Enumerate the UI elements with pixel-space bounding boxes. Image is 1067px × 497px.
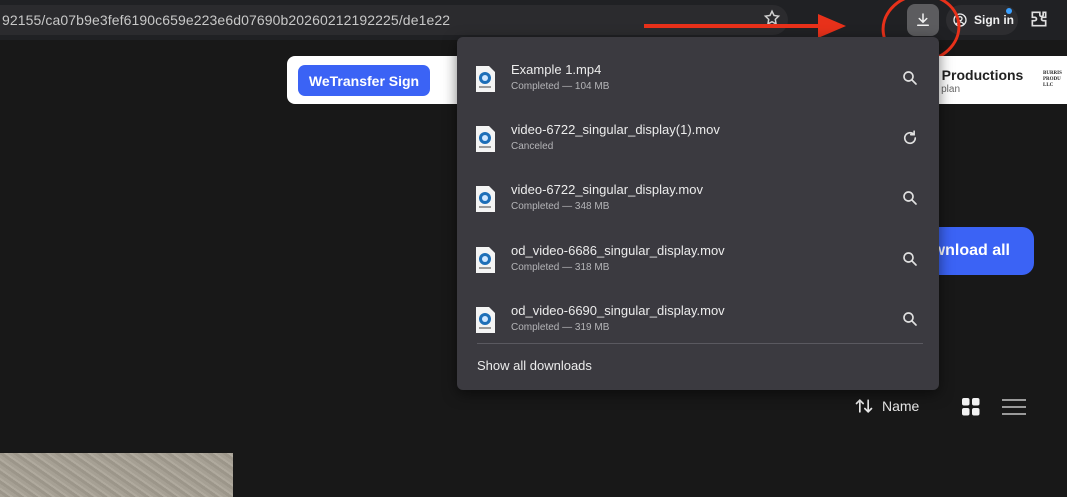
downloads-panel: Example 1.mp4 Completed — 104 MB video-6… bbox=[457, 37, 939, 390]
search-icon[interactable] bbox=[901, 189, 919, 207]
show-all-downloads-link[interactable]: Show all downloads bbox=[477, 358, 592, 373]
video-file-icon bbox=[476, 307, 495, 333]
download-item[interactable]: od_video-6690_singular_display.mov Compl… bbox=[457, 286, 939, 346]
url-text[interactable]: 92155/ca07b9e3fef6190c659e223e6d07690b20… bbox=[0, 12, 450, 28]
notification-dot bbox=[1006, 8, 1012, 14]
download-status: Canceled bbox=[511, 141, 554, 152]
download-filename: od_video-6690_singular_display.mov bbox=[511, 303, 725, 318]
extensions-icon[interactable] bbox=[1029, 9, 1049, 29]
download-item[interactable]: od_video-6686_singular_display.mov Compl… bbox=[457, 226, 939, 286]
search-icon[interactable] bbox=[901, 69, 919, 87]
wetransfer-signup-button[interactable]: WeTransfer Sign bbox=[298, 65, 430, 96]
download-item[interactable]: video-6722_singular_display.mov Complete… bbox=[457, 165, 939, 225]
panel-divider bbox=[477, 343, 923, 344]
download-status: Completed — 319 MB bbox=[511, 322, 610, 333]
sort-icon bbox=[855, 398, 873, 414]
production-card: s Productions te plan BURRIS PRODU LLC bbox=[930, 56, 1067, 104]
sort-label: Name bbox=[882, 398, 920, 414]
production-name: s Productions bbox=[930, 67, 1024, 83]
video-file-icon bbox=[476, 247, 495, 273]
retry-icon[interactable] bbox=[901, 129, 919, 147]
video-file-icon bbox=[476, 186, 495, 212]
download-item[interactable]: video-6722_singular_display(1).mov Cance… bbox=[457, 105, 939, 165]
download-status: Completed — 318 MB bbox=[511, 262, 610, 273]
download-filename: video-6722_singular_display.mov bbox=[511, 182, 703, 197]
search-icon[interactable] bbox=[901, 310, 919, 328]
download-status: Completed — 348 MB bbox=[511, 201, 610, 212]
video-file-icon bbox=[476, 66, 495, 92]
download-item[interactable]: Example 1.mp4 Completed — 104 MB bbox=[457, 45, 939, 105]
search-icon[interactable] bbox=[901, 250, 919, 268]
download-filename: od_video-6686_singular_display.mov bbox=[511, 243, 725, 258]
wetransfer-card: WeTransfer Sign bbox=[287, 56, 477, 104]
download-filename: video-6722_singular_display(1).mov bbox=[511, 122, 720, 137]
sign-in-label: Sign in bbox=[974, 13, 1014, 27]
list-view-icon[interactable] bbox=[1002, 398, 1026, 416]
grid-view-icon[interactable] bbox=[962, 398, 980, 416]
production-logo: BURRIS PRODU LLC bbox=[1043, 71, 1062, 88]
download-status: Completed — 104 MB bbox=[511, 81, 610, 92]
download-filename: Example 1.mp4 bbox=[511, 62, 602, 77]
sort-control[interactable]: Name bbox=[854, 397, 919, 415]
file-thumbnail[interactable] bbox=[0, 453, 233, 497]
video-file-icon bbox=[476, 126, 495, 152]
